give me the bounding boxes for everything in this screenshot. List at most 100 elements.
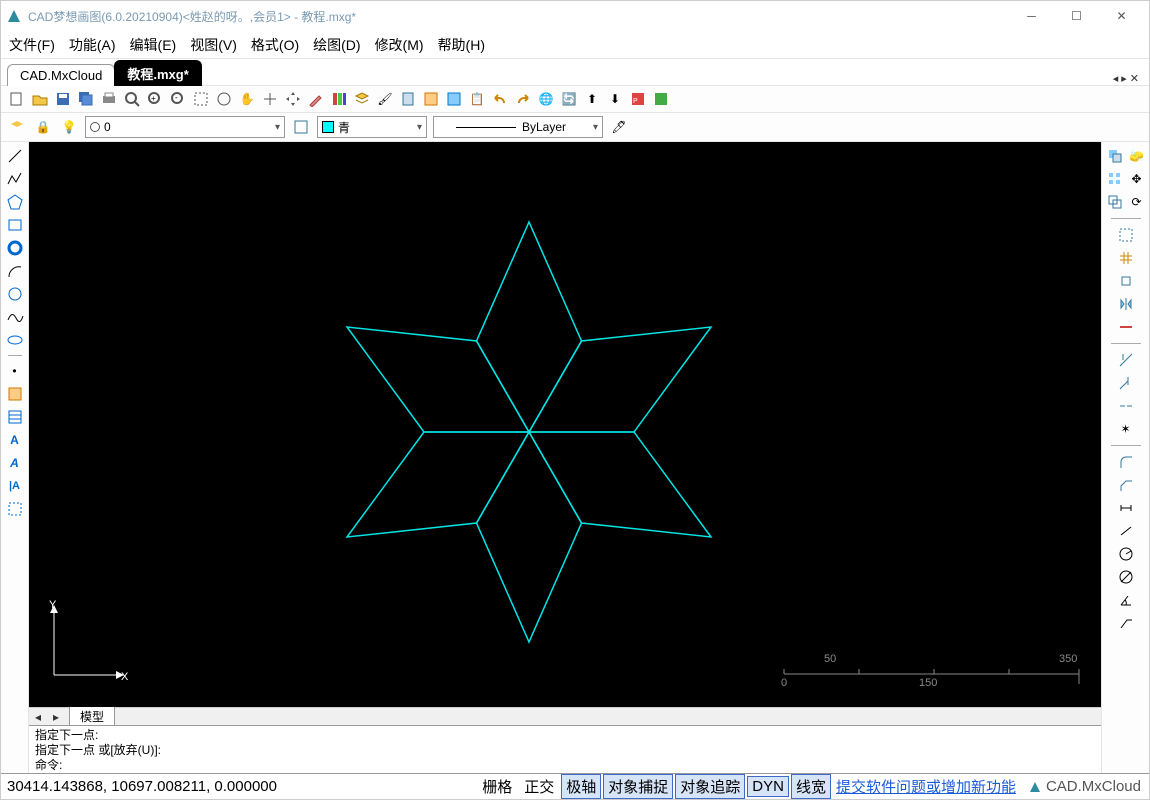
rectangle-icon[interactable] — [5, 215, 25, 235]
offset-icon[interactable] — [1105, 192, 1125, 212]
menu-file[interactable]: 文件(F) — [9, 35, 55, 55]
menu-format[interactable]: 格式(O) — [251, 35, 299, 55]
donut-icon[interactable] — [5, 238, 25, 258]
dim-angle-icon[interactable] — [1116, 590, 1136, 610]
linetype-mgr-icon[interactable]: 🖊 — [609, 117, 629, 137]
block-icon[interactable] — [421, 89, 441, 109]
erase-icon[interactable]: 🧽 — [1127, 146, 1147, 166]
chamfer-icon[interactable] — [1116, 475, 1136, 495]
drawing-canvas[interactable]: Y X 50 350 0 150 — [29, 142, 1101, 707]
tab-scroll-left-icon[interactable]: ◂ — [1113, 72, 1119, 85]
ellipse-icon[interactable] — [5, 330, 25, 350]
menu-draw[interactable]: 绘图(D) — [313, 35, 360, 55]
line-icon[interactable] — [5, 146, 25, 166]
insert-icon[interactable] — [444, 89, 464, 109]
zoom-icon[interactable] — [122, 89, 142, 109]
zoom-in-icon[interactable]: + — [145, 89, 165, 109]
toggle-grid[interactable]: 栅格 — [477, 774, 517, 799]
properties-icon[interactable] — [329, 89, 349, 109]
dim-diameter-icon[interactable] — [1116, 567, 1136, 587]
arc-icon[interactable] — [5, 261, 25, 281]
save-icon[interactable] — [53, 89, 73, 109]
dim-radius-icon[interactable] — [1116, 544, 1136, 564]
fillet-icon[interactable] — [1116, 452, 1136, 472]
close-button[interactable]: ✕ — [1099, 1, 1144, 31]
tab-tutorial[interactable]: 教程.mxg* — [114, 60, 201, 86]
layer-props-icon[interactable] — [7, 117, 27, 137]
refresh-icon[interactable]: 🔄 — [559, 89, 579, 109]
menu-edit[interactable]: 编辑(E) — [130, 35, 177, 55]
copy-obj-icon[interactable] — [1105, 146, 1125, 166]
polygon-icon[interactable] — [5, 192, 25, 212]
extend-icon[interactable] — [1116, 373, 1136, 393]
color-combo[interactable]: 青 — [317, 116, 427, 138]
feedback-link[interactable]: 提交软件问题或增加新功能 — [832, 776, 1020, 797]
saveall-icon[interactable] — [76, 89, 96, 109]
globe-icon[interactable]: 🌐 — [536, 89, 556, 109]
layers-icon[interactable] — [352, 89, 372, 109]
tab-right-icon[interactable]: ▸ — [47, 710, 65, 724]
layer-combo[interactable]: 0 — [85, 116, 285, 138]
page-icon[interactable] — [398, 89, 418, 109]
upload-icon[interactable]: ⬆ — [582, 89, 602, 109]
layer-lock-icon[interactable]: 🔒 — [33, 117, 53, 137]
array-icon[interactable] — [1105, 169, 1125, 189]
menu-view[interactable]: 视图(V) — [190, 35, 237, 55]
zoom-extents-icon[interactable] — [214, 89, 234, 109]
dim-linear-icon[interactable] — [1116, 498, 1136, 518]
zoom-out-icon[interactable]: - — [168, 89, 188, 109]
zoom-window-icon[interactable] — [191, 89, 211, 109]
redo-icon[interactable] — [513, 89, 533, 109]
point-icon[interactable]: • — [5, 361, 25, 381]
stretch-icon[interactable] — [1116, 317, 1136, 337]
tab-scroll-right-icon[interactable]: ▸ — [1121, 72, 1127, 85]
select-rect-icon[interactable] — [1116, 225, 1136, 245]
explode-icon[interactable]: ✶ — [1116, 419, 1136, 439]
toggle-otrack[interactable]: 对象追踪 — [675, 774, 745, 799]
export-icon[interactable] — [651, 89, 671, 109]
download-icon[interactable]: ⬇ — [605, 89, 625, 109]
brush-icon[interactable] — [306, 89, 326, 109]
pan-icon[interactable]: ✋ — [237, 89, 257, 109]
mtext-icon[interactable]: A — [5, 453, 25, 473]
trim-icon[interactable] — [1116, 350, 1136, 370]
snap-icon[interactable] — [260, 89, 280, 109]
layer-mgr-icon[interactable] — [291, 117, 311, 137]
print-icon[interactable] — [99, 89, 119, 109]
toggle-osnap[interactable]: 对象捕捉 — [603, 774, 673, 799]
rotate-icon[interactable]: ⟳ — [1127, 192, 1147, 212]
toggle-lweight[interactable]: 线宽 — [791, 774, 831, 799]
maximize-button[interactable]: ☐ — [1054, 1, 1099, 31]
model-tab[interactable]: 模型 — [69, 706, 115, 727]
toggle-ortho[interactable]: 正交 — [519, 774, 559, 799]
region-icon[interactable] — [5, 499, 25, 519]
new-icon[interactable] — [7, 89, 27, 109]
scale-icon[interactable] — [1116, 271, 1136, 291]
pdf-icon[interactable]: P — [628, 89, 648, 109]
menu-func[interactable]: 功能(A) — [69, 35, 116, 55]
toggle-dyn[interactable]: DYN — [747, 776, 789, 797]
menu-help[interactable]: 帮助(H) — [438, 35, 485, 55]
polyline-icon[interactable] — [5, 169, 25, 189]
circle-icon[interactable] — [5, 284, 25, 304]
dim-align-icon[interactable] — [1116, 521, 1136, 541]
break-icon[interactable] — [1116, 396, 1136, 416]
menu-modify[interactable]: 修改(M) — [375, 35, 424, 55]
tab-left-icon[interactable]: ◂ — [29, 710, 47, 724]
layer-bulb-icon[interactable]: 💡 — [59, 117, 79, 137]
grid-icon[interactable] — [1116, 248, 1136, 268]
paste-icon[interactable]: 📋 — [467, 89, 487, 109]
command-line[interactable]: 指定下一点: 指定下一点 或[放弃(U)]: 命令: — [29, 725, 1101, 773]
mirror-icon[interactable] — [1116, 294, 1136, 314]
spline-icon[interactable] — [5, 307, 25, 327]
paint-icon[interactable]: 🖌 — [375, 89, 395, 109]
undo-icon[interactable] — [490, 89, 510, 109]
minimize-button[interactable]: ─ — [1009, 1, 1054, 31]
open-icon[interactable] — [30, 89, 50, 109]
move-icon[interactable] — [283, 89, 303, 109]
table-icon[interactable]: |A — [5, 476, 25, 496]
leader-icon[interactable] — [1116, 613, 1136, 633]
tab-close-icon[interactable]: ✕ — [1130, 72, 1139, 85]
hatch-icon[interactable] — [5, 407, 25, 427]
move-obj-icon[interactable]: ✥ — [1127, 169, 1147, 189]
